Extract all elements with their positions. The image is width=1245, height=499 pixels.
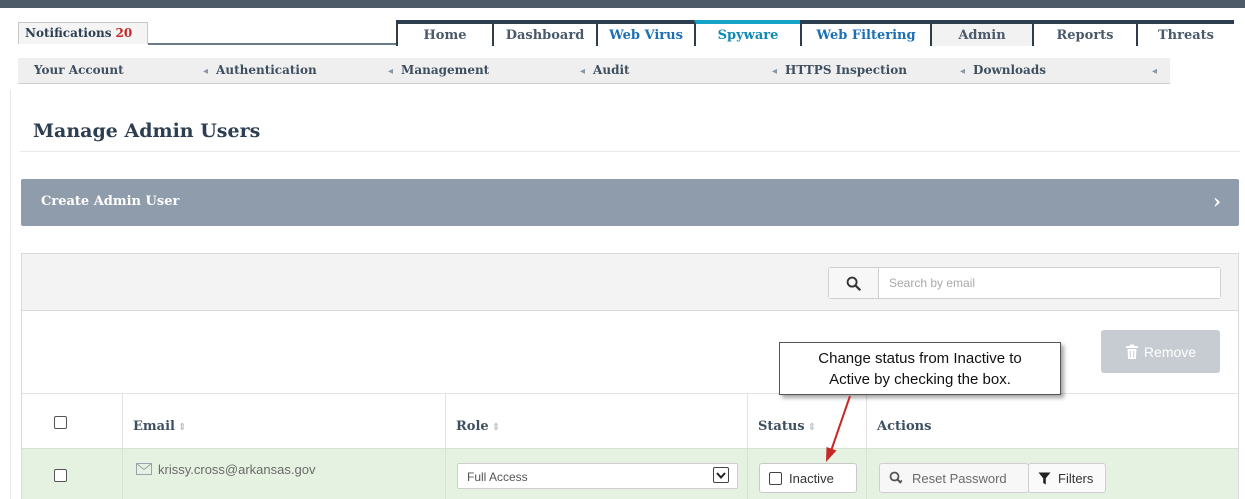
tab-spyware[interactable]: Spyware: [694, 20, 800, 46]
role-value: Full Access: [467, 470, 528, 484]
top-navigation: Notifications 20 Home Dashboard Web Virus…: [0, 0, 1245, 48]
tab-admin[interactable]: Admin: [930, 20, 1032, 46]
status-cell: Inactive: [747, 449, 866, 499]
column-header-email[interactable]: Email ⇕: [122, 394, 445, 449]
subnav-your-account[interactable]: Your Account: [34, 63, 124, 77]
subnav-audit[interactable]: ◂ Audit: [580, 63, 630, 77]
email-cell: krissy.cross@arkansas.gov: [122, 449, 445, 499]
sort-icon: ⇕: [807, 422, 816, 433]
mail-icon: [136, 463, 152, 478]
table-row: krissy.cross@arkansas.gov Full Access In…: [22, 448, 1238, 499]
main-tabs: Home Dashboard Web Virus Spyware Web Fil…: [396, 20, 1234, 46]
tab-web-filtering[interactable]: Web Filtering: [800, 20, 930, 46]
sort-icon: ⇕: [491, 422, 501, 433]
status-toggle[interactable]: Inactive: [759, 463, 857, 493]
subnav-more[interactable]: ◂: [1152, 63, 1165, 77]
callout-line-1: Change status from Inactive to: [818, 350, 1022, 367]
nav-divider: [148, 43, 398, 45]
chevron-left-icon: ◂: [203, 66, 209, 77]
role-cell: Full Access: [445, 449, 747, 499]
actions-cell: Reset Password Filters: [866, 449, 1238, 499]
chevron-left-icon: ◂: [580, 66, 586, 77]
chevron-left-icon: ◂: [1152, 66, 1158, 77]
chevron-left-icon: ◂: [772, 66, 778, 77]
create-admin-user-bar[interactable]: Create Admin User ›: [21, 179, 1239, 226]
chevron-right-icon: ›: [1213, 189, 1221, 213]
reset-password-label: Reset Password: [912, 470, 1007, 486]
trash-icon: [1125, 344, 1138, 359]
tab-web-virus[interactable]: Web Virus: [596, 20, 694, 46]
panel-toolbar: [22, 254, 1238, 311]
title-divider: [20, 151, 1240, 152]
page-title: Manage Admin Users: [33, 120, 261, 142]
remove-button[interactable]: Remove: [1101, 330, 1220, 373]
sub-navigation: Your Account ◂ Authentication ◂ Management…: [18, 58, 1170, 84]
search-box: [828, 267, 1221, 299]
tab-reports[interactable]: Reports: [1032, 20, 1136, 46]
chevron-left-icon: ◂: [960, 66, 966, 77]
search-button[interactable]: [829, 268, 879, 298]
tab-home[interactable]: Home: [396, 20, 492, 46]
notifications-tab[interactable]: Notifications 20: [18, 22, 148, 44]
subnav-management[interactable]: ◂ Management: [388, 63, 489, 77]
sort-icon: ⇕: [177, 422, 187, 433]
table-header: Email ⇕ Role ⇕ Status ⇕ Actions: [22, 393, 1238, 449]
role-select[interactable]: Full Access: [457, 463, 738, 489]
column-header-role[interactable]: Role ⇕: [445, 394, 747, 449]
filter-icon: [1038, 472, 1051, 484]
chevron-down-icon: [713, 467, 729, 483]
filters-button[interactable]: Filters: [1028, 463, 1106, 493]
search-icon: [846, 276, 861, 291]
reset-password-button[interactable]: Reset Password: [879, 463, 1029, 493]
notifications-count: 20: [115, 26, 133, 40]
filters-label: Filters: [1058, 470, 1094, 486]
select-all-checkbox[interactable]: [54, 416, 67, 429]
tab-threats[interactable]: Threats: [1136, 20, 1234, 46]
instruction-callout: Change status from Inactive to Active by…: [779, 342, 1061, 395]
subnav-https-inspection[interactable]: ◂ HTTPS Inspection: [772, 63, 907, 77]
create-admin-user-label: Create Admin User: [41, 194, 180, 209]
notifications-label: Notifications: [25, 26, 112, 40]
subnav-downloads[interactable]: ◂ Downloads: [960, 63, 1046, 77]
column-header-status[interactable]: Status ⇕: [747, 394, 866, 449]
search-input[interactable]: [879, 268, 1220, 298]
row-select-checkbox[interactable]: [54, 469, 67, 482]
status-label: Inactive: [789, 470, 834, 486]
column-header-actions: Actions: [866, 394, 1238, 449]
callout-line-2: Active by checking the box.: [829, 371, 1011, 388]
tab-dashboard[interactable]: Dashboard: [492, 20, 596, 46]
key-search-icon: [889, 471, 903, 484]
remove-label: Remove: [1143, 343, 1197, 360]
subnav-authentication[interactable]: ◂ Authentication: [203, 63, 317, 77]
status-checkbox[interactable]: [769, 471, 782, 485]
nav-top-band: [0, 0, 1245, 8]
chevron-left-icon: ◂: [388, 66, 394, 77]
email-link[interactable]: krissy.cross@arkansas.gov: [158, 462, 315, 477]
